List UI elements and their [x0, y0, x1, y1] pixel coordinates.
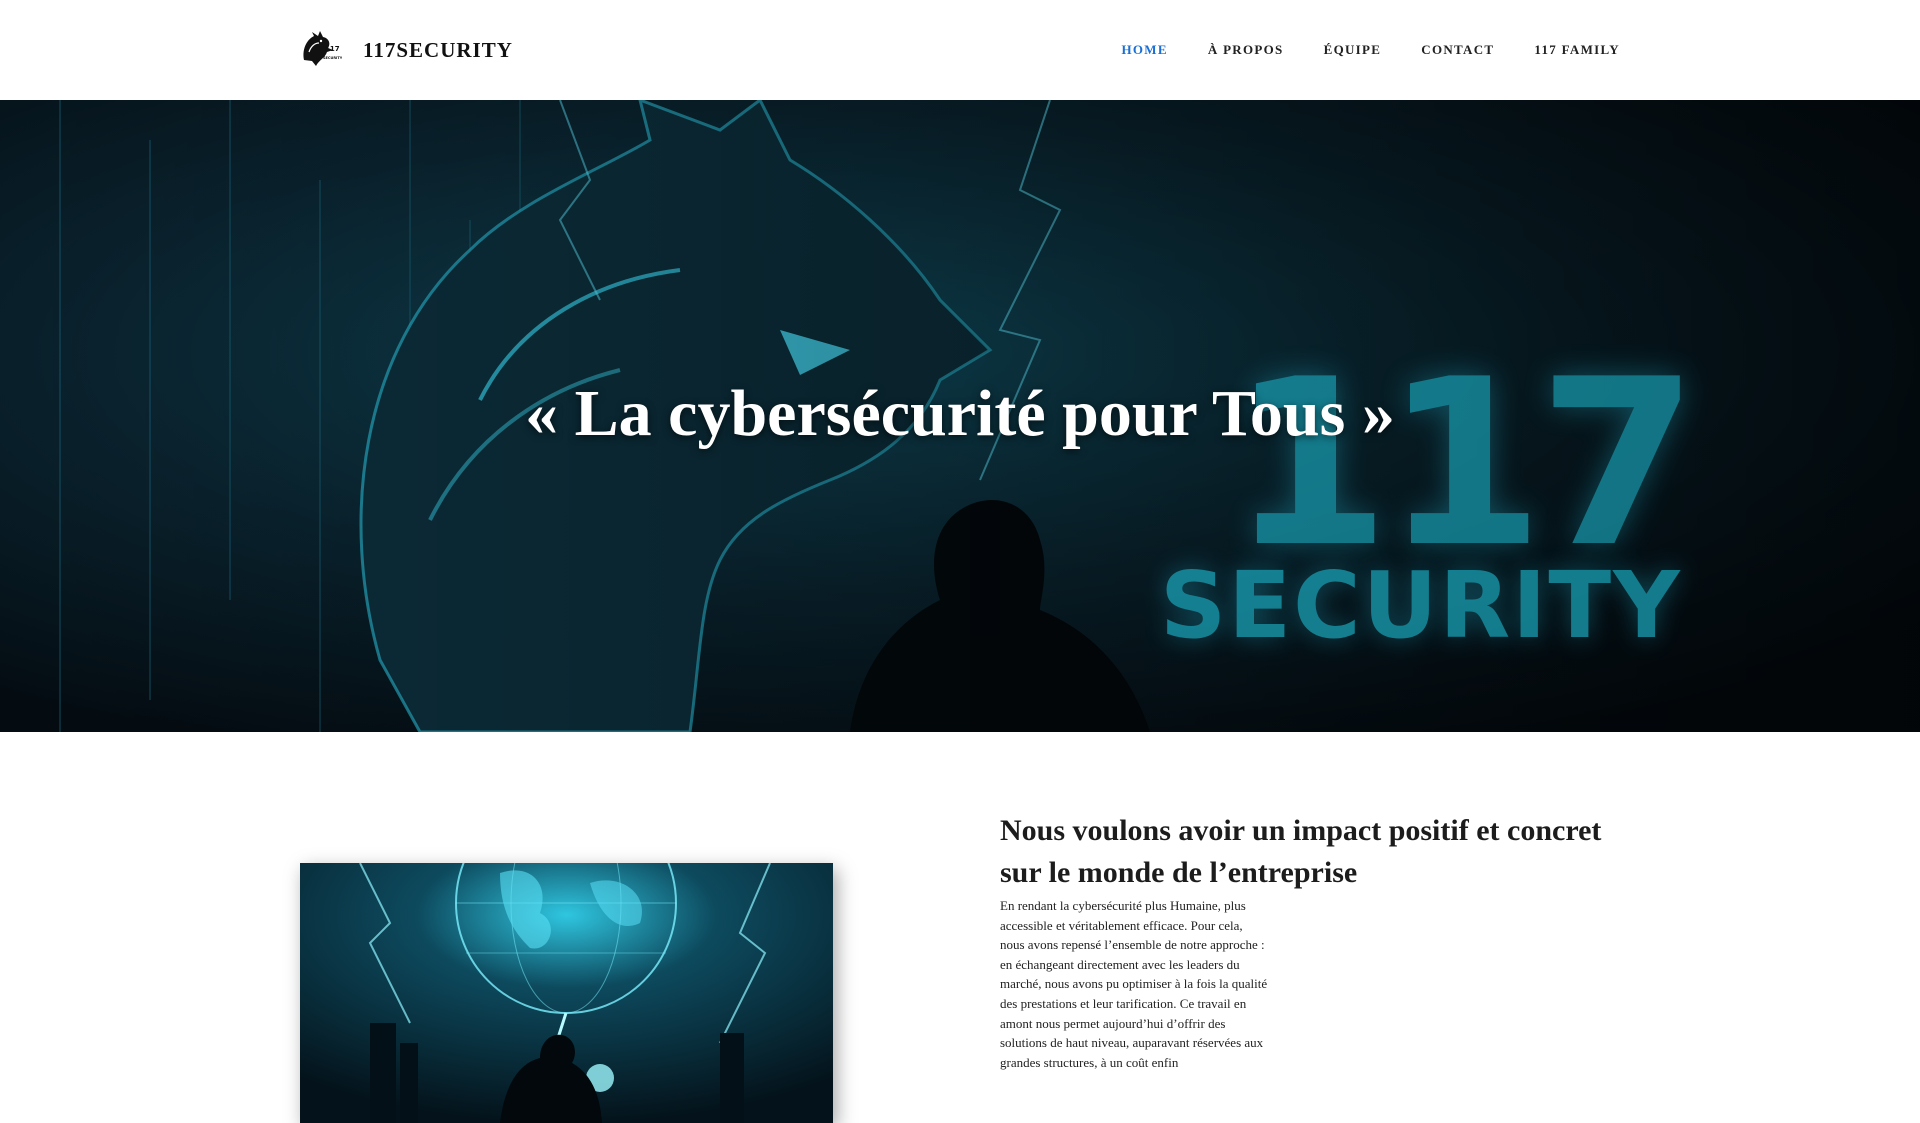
about-heading: Nous voulons avoir un impact positif et …	[1000, 814, 1602, 889]
hero-banner: 117 SECURITY « La cybersécurité pour Tou…	[0, 100, 1920, 732]
brand-name[interactable]: 117SECURITY	[363, 38, 513, 63]
brand-link[interactable]: 117 SECURITY 117SECURITY	[300, 30, 513, 70]
hero-quote: « La cybersécurité pour Tous »	[525, 377, 1395, 450]
nav-item-contact[interactable]: CONTACT	[1421, 42, 1494, 58]
about-illustration-image	[300, 863, 833, 1123]
svg-text:SECURITY: SECURITY	[323, 56, 342, 60]
svg-text:117: 117	[325, 45, 340, 53]
wolf-logo-icon: 117 SECURITY	[303, 31, 342, 66]
site-header: 117 SECURITY 117SECURITY HOME À PROPOS É…	[0, 0, 1920, 100]
nav-item-a-propos[interactable]: À PROPOS	[1208, 42, 1284, 58]
nav-item-equipe[interactable]: ÉQUIPE	[1324, 42, 1382, 58]
nav-item-home[interactable]: HOME	[1121, 42, 1167, 58]
main-nav: HOME À PROPOS ÉQUIPE CONTACT 117 FAMILY	[1081, 0, 1620, 100]
hero-brand-word: SECURITY	[1160, 552, 1682, 659]
about-paragraph: En rendant la cybersécurité plus Humaine…	[1000, 898, 1268, 1070]
nav-item-117-family[interactable]: 117 FAMILY	[1534, 42, 1620, 58]
